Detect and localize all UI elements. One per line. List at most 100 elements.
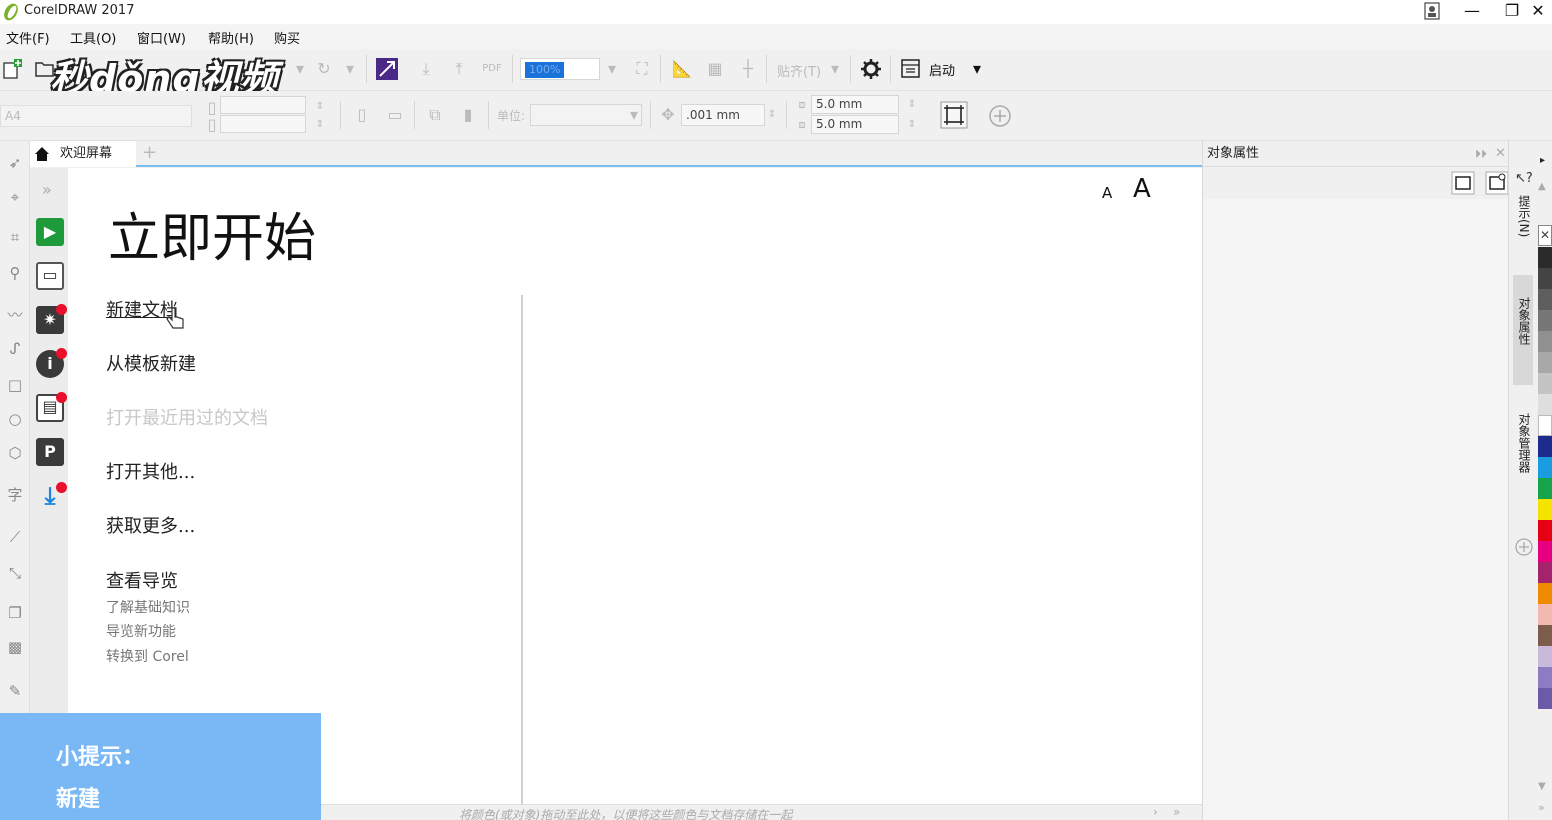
gear-icon[interactable]	[859, 57, 883, 81]
import-icon[interactable]: ⤓	[414, 57, 438, 81]
height-spinner-icon[interactable]: ⇕	[308, 113, 332, 137]
new-document-icon[interactable]	[2, 58, 24, 80]
rectangle-tool-icon[interactable]: □	[3, 373, 27, 397]
color-swatch[interactable]	[1538, 457, 1552, 478]
frame-settings-icon[interactable]	[1485, 171, 1509, 195]
color-swatch[interactable]	[1538, 415, 1552, 436]
show-guidelines-icon[interactable]: ┼	[736, 57, 760, 81]
color-swatch[interactable]	[1538, 541, 1552, 562]
tab-object-properties[interactable]: 对象属性	[1513, 275, 1533, 385]
docker-expand-icon[interactable]: ⏵⏵	[1475, 141, 1487, 167]
close-window-button[interactable]: ✕	[1524, 0, 1552, 24]
duplicate-distance-y[interactable]: 5.0 mm	[811, 115, 899, 134]
page-width-field[interactable]	[220, 96, 306, 114]
color-swatch[interactable]	[1538, 667, 1552, 688]
drop-shadow-tool-icon[interactable]: ❐	[3, 601, 27, 625]
launch-label[interactable]: 启动	[929, 60, 955, 79]
font-size-small-button[interactable]: A	[1102, 184, 1112, 202]
all-pages-icon[interactable]: ⧉	[423, 103, 447, 127]
portrait-icon[interactable]: ▯	[350, 103, 374, 127]
nudge-distance-icon[interactable]: ✥	[656, 103, 680, 127]
menu-file[interactable]: 文件(F)	[6, 28, 50, 47]
color-swatch[interactable]	[1538, 394, 1552, 415]
color-swatch[interactable]	[1538, 436, 1552, 457]
pdf-icon[interactable]: PDF	[480, 57, 504, 81]
user-account-icon[interactable]	[1424, 2, 1440, 20]
duplicate-distance-x[interactable]: 5.0 mm	[811, 95, 899, 114]
units-dropdown-icon[interactable]: ▾	[622, 103, 646, 127]
menu-buy[interactable]: 购买	[274, 28, 300, 47]
palette-scroll-down-icon[interactable]: ▼	[1538, 781, 1546, 792]
minimize-button[interactable]: —	[1452, 0, 1492, 24]
launch-app-icon[interactable]	[900, 58, 922, 80]
redo-icon[interactable]: ↻	[312, 57, 336, 81]
expand-panel-icon[interactable]: »	[42, 180, 52, 199]
transparency-tool-icon[interactable]: ▩	[3, 635, 27, 659]
palette-flyout-icon[interactable]: ▸	[1540, 155, 1545, 166]
nudge-spinner-icon[interactable]: ⇕	[760, 103, 784, 127]
no-color-swatch[interactable]: ✕	[1538, 225, 1552, 246]
menu-tools[interactable]: 工具(O)	[70, 28, 116, 47]
open-recent-link[interactable]: 打开最近用过的文档	[106, 404, 268, 430]
color-swatch[interactable]	[1538, 562, 1552, 583]
color-swatch[interactable]	[1538, 625, 1552, 646]
get-started-icon[interactable]: ▶	[36, 218, 64, 246]
freehand-tool-icon[interactable]: 〰	[3, 303, 27, 327]
new-from-template-link[interactable]: 从模板新建	[106, 350, 196, 376]
color-swatch[interactable]	[1538, 331, 1552, 352]
show-grid-icon[interactable]: ▦	[703, 57, 727, 81]
color-swatch[interactable]	[1538, 583, 1552, 604]
pick-tool-icon[interactable]: ➶	[3, 151, 27, 175]
page-size-select[interactable]: A4	[0, 105, 192, 127]
color-swatch[interactable]	[1538, 268, 1552, 289]
export-icon[interactable]: ⤒	[447, 57, 471, 81]
color-swatch[interactable]	[1538, 310, 1552, 331]
add-tab-button[interactable]: +	[142, 142, 157, 163]
crop-tool-icon[interactable]: ⌗	[3, 225, 27, 249]
color-swatch[interactable]	[1538, 478, 1552, 499]
add-icon[interactable]	[988, 104, 1012, 128]
tab-object-manager[interactable]: 对象管理器	[1513, 391, 1533, 473]
color-swatch[interactable]	[1538, 499, 1552, 520]
zoom-level-field[interactable]: 100%	[520, 58, 600, 80]
current-page-icon[interactable]: ▮	[456, 103, 480, 127]
tour-whats-new-link[interactable]: 导览新功能	[106, 621, 176, 641]
font-size-large-button[interactable]: A	[1133, 174, 1151, 204]
color-swatch[interactable]	[1538, 646, 1552, 667]
menu-window[interactable]: 窗口(W)	[137, 28, 186, 47]
landscape-icon[interactable]: ▭	[383, 103, 407, 127]
shape-tool-icon[interactable]: ⌖	[3, 185, 27, 209]
ellipse-tool-icon[interactable]: ○	[3, 407, 27, 431]
product-icon[interactable]: P	[36, 438, 64, 466]
add-docker-icon[interactable]	[1514, 537, 1534, 557]
nudge-distance-field[interactable]: .001 mm	[681, 104, 765, 126]
tour-switch-link[interactable]: 转换到 Corel	[106, 646, 189, 666]
zoom-dropdown-icon[interactable]: ▾	[600, 57, 624, 81]
corel-connect-icon[interactable]	[375, 57, 399, 81]
tab-hints[interactable]: 提示(N)	[1513, 195, 1533, 237]
undo-dropdown-icon[interactable]: ▾	[288, 57, 312, 81]
palette-expand-icon[interactable]: »	[1173, 805, 1180, 819]
zoom-tool-icon[interactable]: ⚲	[3, 261, 27, 285]
docker-close-icon[interactable]: ✕	[1495, 141, 1506, 167]
color-swatch[interactable]	[1538, 247, 1552, 268]
tour-title-link[interactable]: 查看导览	[106, 567, 178, 593]
palette-expand-icon[interactable]: »	[1538, 801, 1545, 814]
color-swatch[interactable]	[1538, 688, 1552, 709]
help-cursor-icon[interactable]: ↖?	[1515, 171, 1533, 186]
artistic-media-tool-icon[interactable]: ᔑ	[3, 337, 27, 361]
eyedropper-tool-icon[interactable]: ✎	[3, 679, 27, 703]
connector-tool-icon[interactable]: ⤡	[3, 561, 27, 585]
snap-to-label[interactable]: 贴齐(T)	[777, 61, 821, 80]
color-swatch[interactable]	[1538, 604, 1552, 625]
color-swatch[interactable]	[1538, 520, 1552, 541]
page-height-field[interactable]	[220, 115, 306, 133]
launch-dropdown-icon[interactable]: ▾	[965, 57, 989, 81]
open-other-link[interactable]: 打开其他...	[106, 458, 195, 484]
tour-basics-link[interactable]: 了解基础知识	[106, 597, 190, 617]
get-more-link[interactable]: 获取更多...	[106, 512, 195, 538]
color-swatch[interactable]	[1538, 289, 1552, 310]
parallel-dimension-tool-icon[interactable]: ⟋	[3, 525, 27, 549]
frame-icon[interactable]	[1451, 171, 1475, 195]
polygon-tool-icon[interactable]: ⬡	[3, 441, 27, 465]
